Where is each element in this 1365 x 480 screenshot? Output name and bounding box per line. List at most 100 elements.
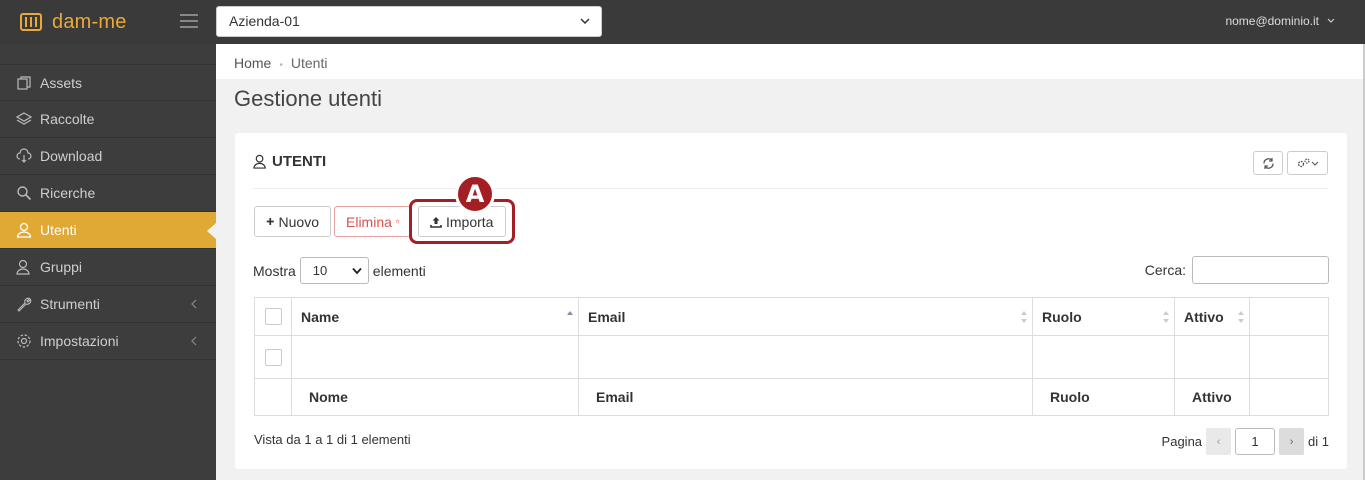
sort-asc-icon [567,311,573,315]
chevron-left-icon: ‹ [1216,435,1221,448]
table-cell [579,336,1033,378]
new-button-label: Nuovo [278,213,319,230]
sidebar-item-assets[interactable]: Assets [0,64,216,101]
table-header-row: Name Email Ruolo Attivo [255,298,1328,336]
menu-toggle-icon[interactable] [180,14,198,28]
cloud-download-icon [16,148,32,163]
column-footer-email: Email [579,379,1033,415]
users-icon [253,154,266,169]
chevron-left-icon [191,336,197,346]
breadcrumb-home[interactable]: Home [234,55,271,71]
search-control: Cerca: [1145,256,1329,284]
sidebar-item-label: Gruppi [40,259,83,275]
users-card: UTENTI Nuovo Elimina Importa Mostra 10 e… [235,133,1347,469]
sidebar: Assets Raccolte Download Ricerche Utenti… [0,44,216,480]
chevron-down-icon [352,267,362,275]
new-button[interactable]: Nuovo [254,206,331,237]
row-select-cell [255,336,292,378]
brand-name: dam-me [52,10,127,33]
show-suffix: elementi [372,262,426,279]
sidebar-item-label: Strumenti [40,296,100,312]
chevron-down-icon [580,18,590,25]
column-header-label: Ruolo [1042,308,1082,325]
table-cell [1250,336,1328,378]
page-title: Gestione utenti [234,86,382,111]
logo-icon [20,13,42,31]
sidebar-item-ricerche[interactable]: Ricerche [0,175,216,212]
user-email: nome@dominio.it [1225,14,1319,28]
plus-icon [266,218,274,225]
column-header-label: Attivo [1184,308,1224,325]
sidebar-item-label: Ricerche [40,185,96,201]
sort-icon [1163,311,1169,323]
column-footer-attivo: Attivo [1175,379,1250,415]
divider [253,188,1328,189]
column-header-name[interactable]: Name [292,298,579,335]
breadcrumb-current: Utenti [290,55,328,71]
select-all-checkbox[interactable] [264,308,282,325]
callout-marker: A [455,174,495,214]
table-row [255,336,1328,379]
company-select-value: Azienda-01 [229,13,300,29]
search-input[interactable] [1192,256,1329,284]
layers-icon [16,112,32,125]
refresh-button[interactable] [1253,151,1283,175]
sidebar-item-utenti[interactable]: Utenti [0,212,216,249]
gear-icon [17,334,31,348]
pager-total: di 1 [1308,434,1329,449]
users-icon [16,259,30,275]
column-footer-ruolo: Ruolo [1033,379,1175,415]
trash-icon [396,219,399,224]
sidebar-item-strumenti[interactable]: Strumenti [0,286,216,323]
sidebar-item-label: Download [40,148,103,164]
page-length-value: 10 [312,263,328,278]
column-footer-name: Nome [292,379,579,415]
refresh-icon [1262,157,1274,169]
card-title: UTENTI [253,153,326,170]
brand-logo[interactable]: dam-me [20,10,127,34]
page-length-select[interactable]: 10 [299,257,369,284]
show-prefix: Mostra [253,262,296,279]
sidebar-item-impostazioni[interactable]: Impostazioni [0,323,216,360]
breadcrumb: Home • Utenti [216,44,1365,79]
search-label: Cerca: [1144,262,1186,278]
table-cell [1175,336,1250,378]
pager-label: Pagina [1161,434,1203,449]
search-icon [17,186,32,201]
sidebar-item-label: Raccolte [40,111,95,127]
wrench-icon [17,297,32,312]
column-header-label: Email [588,308,626,325]
user-icon [16,222,32,238]
sidebar-item-gruppi[interactable]: Gruppi [0,249,216,286]
column-header-email[interactable]: Email [579,298,1033,335]
settings-dropdown-button[interactable] [1287,151,1328,175]
sort-icon [1021,311,1027,323]
top-bar: dam-me Azienda-01 nome@dominio.it [0,0,1365,44]
column-header-actions [1250,298,1328,335]
sidebar-item-download[interactable]: Download [0,138,216,175]
sidebar-item-raccolte[interactable]: Raccolte [0,101,216,138]
column-header-attivo[interactable]: Attivo [1175,298,1250,335]
delete-button[interactable]: Elimina [334,206,411,237]
next-page-button[interactable]: › [1279,428,1305,455]
card-title-text: UTENTI [272,153,327,170]
chevron-down-icon [1327,18,1335,23]
page-number-input[interactable]: 1 [1235,428,1276,455]
table-cell [292,336,579,378]
table-cell [255,379,292,415]
column-header-ruolo[interactable]: Ruolo [1033,298,1175,335]
breadcrumb-separator: • [279,60,283,71]
chevron-right-icon: › [1289,435,1294,448]
delete-button-label: Elimina [346,213,392,230]
row-checkbox[interactable] [264,348,282,366]
pagination: Pagina ‹ 1 › di 1 [1162,428,1329,455]
table-info: Vista da 1 a 1 di 1 elementi [254,432,411,447]
sidebar-item-label: Assets [40,74,83,91]
company-select[interactable]: Azienda-01 [216,6,602,37]
table-cell [1033,336,1175,378]
previous-page-button[interactable]: ‹ [1206,428,1232,455]
user-menu[interactable]: nome@dominio.it [1225,14,1335,28]
column-header-label: Name [301,308,340,325]
table-footer-row: Nome Email Ruolo Attivo [255,379,1328,415]
select-all-cell [255,298,292,335]
